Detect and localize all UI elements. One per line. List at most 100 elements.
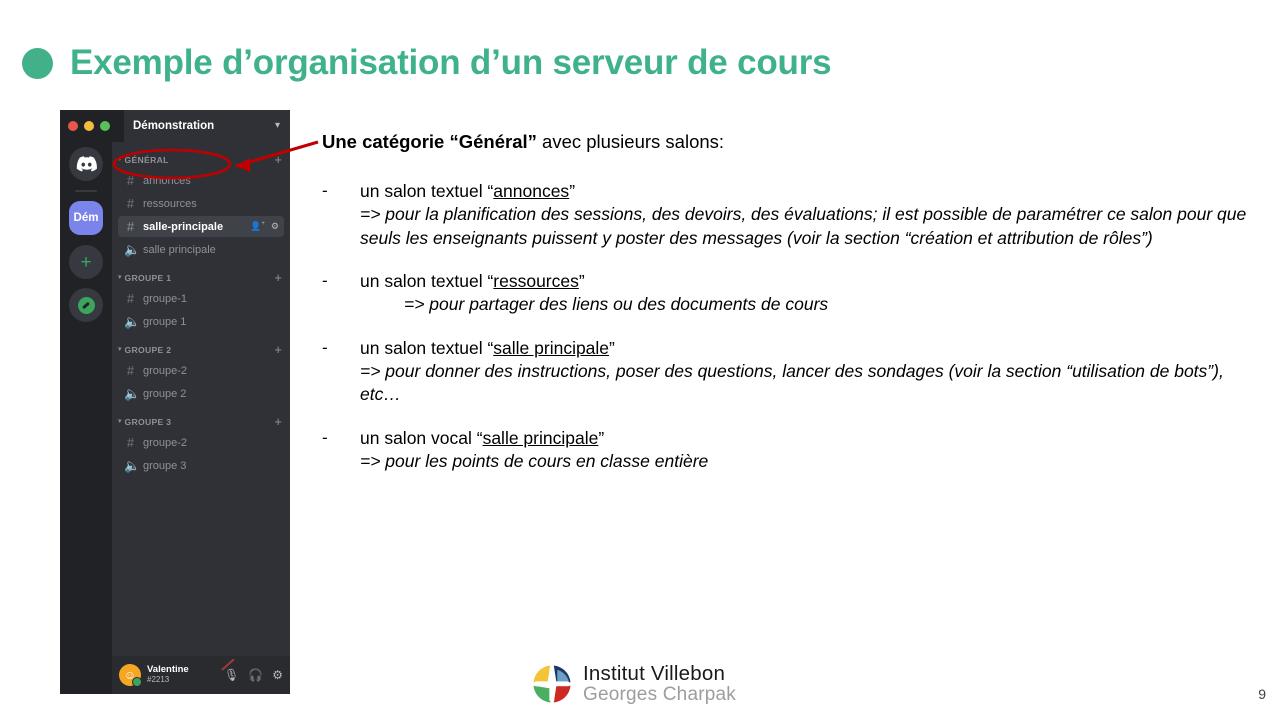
speaker-icon: 🔈 [124, 458, 141, 473]
channel-item-salle-principale-voice[interactable]: 🔈 salle principale [118, 239, 284, 260]
maximize-window-button[interactable] [100, 121, 110, 131]
bullet-channel-name: salle principale [493, 337, 610, 358]
discord-app-window: Démonstration ▾ Dém + ▾ GÉNÉRAL + # anno… [60, 110, 290, 694]
bullet-title-suffix: ” [569, 181, 576, 202]
hash-icon: # [126, 363, 135, 378]
server-name-label: Démonstration [133, 120, 215, 132]
discord-home-icon[interactable] [69, 147, 103, 181]
category-label: GROUPE 3 [124, 416, 172, 427]
channel-label: annonces [143, 174, 191, 187]
title-bullet-icon [22, 47, 53, 79]
logo-institution-subname: Georges Charpak [583, 683, 736, 705]
channel-label: groupe 1 [143, 315, 187, 328]
list-item: - un salon textuel “ressources” => pour … [322, 270, 1262, 317]
gear-icon[interactable]: ⚙ [271, 221, 279, 232]
bullet-title: un salon vocal “salle principale” [360, 427, 1262, 450]
category-header-groupe-2[interactable]: ▾ GROUPE 2 + [112, 341, 290, 358]
channel-label: salle-principale [143, 220, 224, 233]
speaker-icon: 🔈 [124, 386, 141, 401]
channel-item-salle-principale-text[interactable]: # salle-principale 👤+ ⚙ [118, 216, 284, 237]
page-title: Exemple d’organisation d’un serveur de c… [22, 43, 832, 83]
channel-item-groupe-3-voice[interactable]: 🔈 groupe 3 [118, 455, 284, 476]
microphone-muted-icon[interactable]: 🎙 [221, 658, 239, 681]
create-channel-icon[interactable]: + [274, 153, 282, 166]
close-window-button[interactable] [68, 121, 78, 131]
page-number: 9 [1258, 686, 1266, 702]
rail-divider [75, 190, 97, 192]
bullet-title: un salon textuel “annonces” [360, 180, 1262, 203]
channel-item-groupe-1-text[interactable]: # groupe-1 [118, 288, 284, 309]
bullet-channel-name: annonces [493, 181, 570, 202]
bullet-dash: - [322, 181, 328, 201]
channel-list[interactable]: ▾ GÉNÉRAL + # annonces # ressources # sa… [112, 142, 290, 694]
server-rail: Dém + [60, 142, 112, 694]
category-label: GROUPE 1 [124, 272, 172, 283]
create-channel-icon[interactable]: + [274, 415, 282, 428]
bullet-description: => pour partager des liens ou des docume… [404, 294, 829, 315]
category-header-general[interactable]: ▾ GÉNÉRAL + [112, 151, 290, 168]
list-item: - un salon vocal “salle principale” => p… [322, 427, 1262, 474]
status-online-indicator [132, 677, 142, 687]
gear-icon[interactable]: ⚙ [272, 669, 283, 681]
chevron-down-icon: ▾ [274, 120, 280, 131]
channel-item-ressources[interactable]: # ressources [118, 193, 284, 214]
discord-logo-glyph [76, 156, 97, 172]
bullet-title: un salon textuel “salle principale” [360, 337, 1262, 360]
bullet-title: un salon textuel “ressources” [360, 270, 1262, 293]
channel-label: groupe 2 [143, 387, 187, 400]
chevron-down-icon: ▾ [118, 418, 122, 425]
category-label: GÉNÉRAL [124, 154, 169, 165]
bullet-channel-name: ressources [493, 271, 579, 292]
channel-item-annonces[interactable]: # annonces [118, 170, 284, 191]
channel-label: ressources [143, 197, 197, 210]
bullet-dash: - [322, 337, 328, 357]
lead-bold-text: Une catégorie “Général” [322, 131, 537, 152]
category-header-groupe-3[interactable]: ▾ GROUPE 3 + [112, 413, 290, 430]
channel-item-groupe-2-voice[interactable]: 🔈 groupe 2 [118, 383, 284, 404]
compass-icon [77, 296, 95, 314]
chevron-down-icon: ▾ [118, 156, 122, 163]
bullet-title-prefix: un salon textuel “ [360, 271, 494, 292]
bullet-title-suffix: ” [609, 337, 615, 358]
user-panel: ☺ Valentine #2213 🎙 🎧 ⚙ [112, 656, 290, 694]
bullet-description: => pour les points de cours en classe en… [360, 450, 709, 471]
server-header[interactable]: Démonstration ▾ [124, 110, 290, 142]
invite-icon[interactable]: 👤+ [250, 221, 265, 232]
channel-label: groupe-1 [143, 292, 188, 305]
avatar[interactable]: ☺ [119, 664, 142, 687]
speaker-icon: 🔈 [124, 242, 141, 257]
bullet-title-prefix: un salon textuel “ [360, 181, 494, 202]
channel-label: groupe-2 [143, 436, 188, 449]
add-server-button[interactable]: + [69, 245, 103, 279]
bullet-title-suffix: ” [598, 427, 605, 448]
server-icon-label: Dém [73, 212, 99, 224]
channel-item-groupe-3-text[interactable]: # groupe-2 [118, 432, 284, 453]
bullet-channel-name: salle principale [482, 427, 599, 448]
create-channel-icon[interactable]: + [274, 343, 282, 356]
explore-servers-button[interactable] [69, 288, 103, 322]
logo-institution-name: Institut Villebon [583, 662, 726, 686]
bullet-title-prefix: un salon textuel “ [360, 337, 494, 358]
server-icon-demonstration[interactable]: Dém [69, 201, 103, 235]
bullet-dash: - [322, 271, 328, 291]
create-channel-icon[interactable]: + [274, 271, 282, 284]
channel-item-groupe-1-voice[interactable]: 🔈 groupe 1 [118, 311, 284, 332]
lead-paragraph: Une catégorie “Général” avec plusieurs s… [322, 130, 1262, 154]
hash-icon: # [126, 173, 135, 188]
minimize-window-button[interactable] [84, 121, 94, 131]
headphones-icon[interactable]: 🎧 [248, 669, 263, 681]
window-traffic-lights [60, 121, 110, 131]
bullet-title-prefix: un salon vocal “ [360, 427, 483, 448]
channel-label: salle principale [143, 243, 216, 256]
bullet-title-suffix: ” [578, 271, 585, 292]
channel-item-groupe-2-text[interactable]: # groupe-2 [118, 360, 284, 381]
plus-icon: + [80, 251, 92, 273]
page-title-text: Exemple d’organisation d’un serveur de c… [70, 43, 832, 82]
chevron-down-icon: ▾ [118, 346, 122, 353]
bullet-description: => pour la planification des sessions, d… [360, 204, 1247, 248]
bullet-description: => pour donner des instructions, poser d… [360, 360, 1224, 405]
logo-mark-icon [533, 665, 571, 703]
list-item: - un salon textuel “annonces” => pour la… [322, 180, 1262, 250]
hash-icon: # [126, 219, 135, 234]
category-header-groupe-1[interactable]: ▾ GROUPE 1 + [112, 269, 290, 286]
